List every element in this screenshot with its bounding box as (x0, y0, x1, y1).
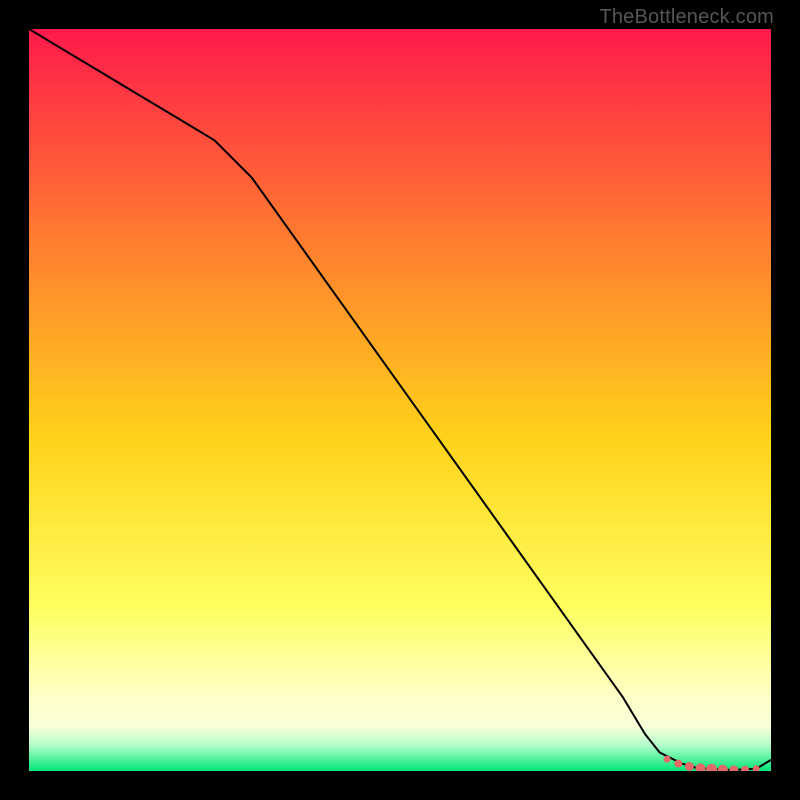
chart-svg (29, 29, 771, 771)
marker-dot (696, 763, 706, 771)
bottleneck-curve (29, 29, 771, 770)
chart-stage: TheBottleneck.com (0, 0, 800, 800)
marker-dot (674, 760, 682, 768)
plot-area (29, 29, 771, 771)
marker-dot (729, 765, 738, 771)
marker-dot (741, 766, 749, 771)
highlight-markers (664, 756, 760, 771)
marker-dot (718, 765, 728, 771)
marker-dot (753, 765, 760, 771)
marker-dot (685, 762, 694, 771)
watermark-text: TheBottleneck.com (599, 6, 774, 29)
marker-dot (664, 756, 671, 763)
marker-dot (706, 764, 717, 771)
